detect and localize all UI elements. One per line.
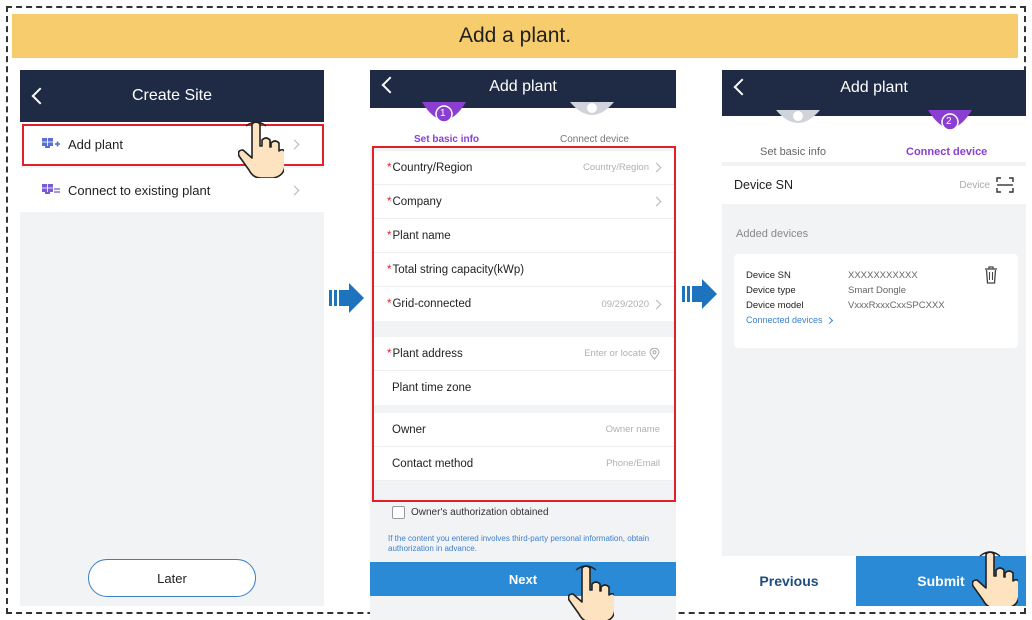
step-label: Connect device [560,134,629,145]
section-label: Added devices [736,228,809,240]
step-label-active: Set basic info [414,134,480,145]
next-button[interactable]: Next [370,562,676,596]
device-model-value: VxxxRxxxCxxSPCXXX [848,300,945,311]
checkbox-icon[interactable] [392,506,405,519]
device-type-label: Device type [746,285,796,296]
step-indicator: 2 Set basic info Connect device [722,110,1026,162]
device-sn-label: Device SN [746,270,791,281]
next-step-arrow-icon [329,283,364,313]
next-step-arrow-icon [682,279,717,309]
highlight-box [372,146,676,502]
tap-hand-icon [972,551,1018,606]
device-model-label: Device model [746,300,804,311]
later-button[interactable]: Later [88,559,256,597]
back-arrow-icon[interactable] [381,76,399,94]
menu-item-label: Connect to existing plant [68,182,211,198]
field-label: Device SN [734,178,794,192]
tap-hand-icon [568,565,614,620]
tap-hand-icon [238,121,284,178]
step-label-active: Connect device [906,146,988,158]
step-1-inactive-icon [776,110,820,123]
page-title: Add plant [840,79,908,96]
step-number: 1 [440,108,446,119]
add-plant-connect-device-screen: Add plant 2 Set basic info Connect devic… [722,70,1026,606]
create-site-header: Create Site [20,70,324,122]
authorization-note: If the content you entered involves thir… [388,534,650,553]
banner-title: Add a plant. [458,24,572,47]
chevron-right-icon [825,316,833,324]
back-arrow-icon[interactable] [733,78,751,96]
step-indicator: 1 Set basic info Connect device [370,102,676,148]
added-device-card: Device SN XXXXXXXXXXX Device type Smart … [734,254,1018,348]
previous-button[interactable]: Previous [722,556,856,606]
step-number: 2 [946,116,952,127]
step-2-inactive-icon [570,102,614,115]
instruction-banner: Add a plant. [12,14,1018,58]
device-type-value: Smart Dongle [848,285,907,296]
scan-icon[interactable] [996,177,1014,193]
back-arrow-icon[interactable] [31,87,49,105]
authorization-checkbox[interactable]: Owner's authorization obtained [392,506,549,519]
field-placeholder: Device [959,180,990,191]
page-title: Create Site [131,87,213,104]
page-title: Add plant [489,78,557,95]
device-sn-field[interactable]: Device SN Device [722,166,1026,204]
trash-icon[interactable] [984,266,998,284]
add-plant-basic-info-screen: Add plant 1 Set basic info Connect devic… [370,70,676,620]
create-site-screen: Create Site Add plant Connect to existin… [20,70,324,606]
authorization-label: Owner's authorization obtained [411,507,549,518]
link-label: Connected devices [746,315,823,325]
connected-devices-link[interactable]: Connected devices [746,315,833,325]
chevron-right-icon [289,185,300,196]
connect-plant-icon [42,184,60,194]
step-label: Set basic info [760,146,827,158]
device-sn-value: XXXXXXXXXXX [848,270,918,281]
